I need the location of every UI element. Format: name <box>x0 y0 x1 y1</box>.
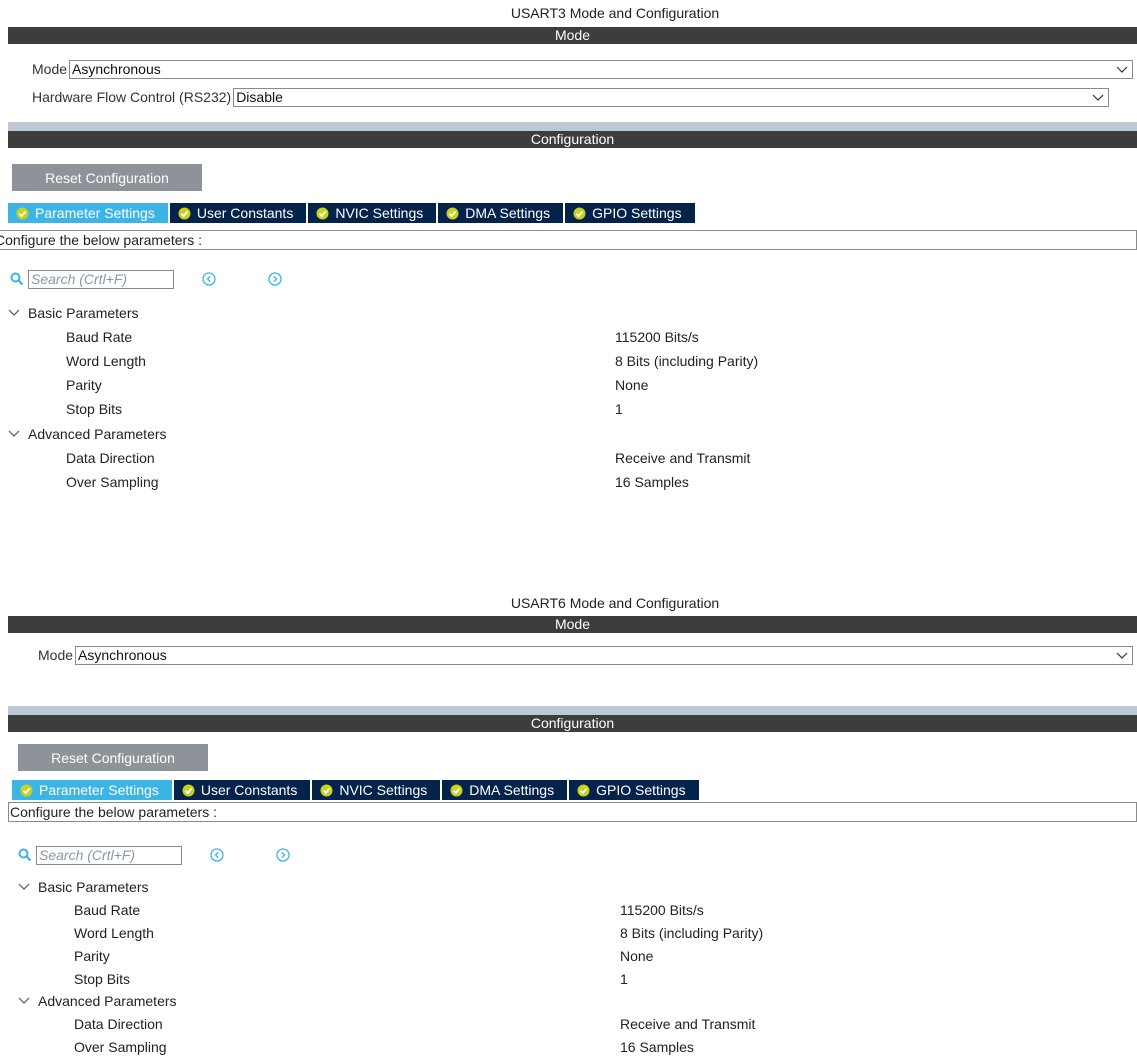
value-stop-bits[interactable]: 1 <box>620 971 628 987</box>
usart6-panel: USART6 Mode and Configuration Mode Mode … <box>0 0 1137 1055</box>
configuration-header: Configuration <box>8 715 1137 732</box>
divider-bar <box>8 706 1137 715</box>
tab-dma-settings[interactable]: DMA Settings <box>442 780 570 800</box>
value-parity[interactable]: None <box>620 948 653 964</box>
advanced-parameters-group[interactable]: Advanced Parameters <box>18 993 177 1009</box>
next-icon[interactable] <box>276 848 290 862</box>
mode-header: Mode <box>8 616 1137 633</box>
tab-user-constants[interactable]: User Constants <box>173 780 313 800</box>
group-label: Advanced Parameters <box>38 993 177 1009</box>
tab-label: GPIO Settings <box>596 782 686 798</box>
panel-title: USART6 Mode and Configuration <box>510 595 720 611</box>
tab-label: User Constants <box>200 782 298 798</box>
search-row: Search (Crtl+F) <box>18 845 290 865</box>
check-circle-icon <box>577 784 590 796</box>
tab-label: NVIC Settings <box>339 782 428 798</box>
tab-label: Parameter Settings <box>39 782 159 798</box>
mode-select[interactable]: Asynchronous <box>75 645 1134 665</box>
tab-parameter-settings[interactable]: Parameter Settings <box>12 780 174 800</box>
tab-gpio-settings[interactable]: GPIO Settings <box>569 780 701 800</box>
mode-label: Mode <box>38 647 74 663</box>
value-baud-rate[interactable]: 115200 Bits/s <box>620 902 704 918</box>
tab-bar: Parameter Settings User Constants NVIC S… <box>12 780 701 800</box>
check-circle-icon <box>182 784 195 796</box>
param-baud-rate[interactable]: Baud Rate <box>74 902 140 918</box>
param-word-length[interactable]: Word Length <box>74 925 154 941</box>
chevron-down-icon <box>18 997 30 1004</box>
chevron-down-icon <box>18 883 30 890</box>
reset-configuration-button[interactable]: Reset Configuration <box>18 744 208 771</box>
tab-nvic-settings[interactable]: NVIC Settings <box>312 780 443 800</box>
tab-label: DMA Settings <box>469 782 555 798</box>
group-label: Basic Parameters <box>38 879 149 895</box>
check-circle-icon <box>320 784 333 796</box>
param-parity[interactable]: Parity <box>74 948 110 964</box>
value-over-sampling[interactable]: 16 Samples <box>620 1039 694 1055</box>
param-over-sampling[interactable]: Over Sampling <box>74 1039 167 1055</box>
param-data-direction[interactable]: Data Direction <box>74 1016 163 1032</box>
previous-icon[interactable] <box>210 848 224 862</box>
search-icon <box>18 848 32 862</box>
mode-row: Mode Asynchronous <box>38 645 1134 665</box>
search-input[interactable]: Search (Crtl+F) <box>36 845 182 865</box>
configure-label: Configure the below parameters : <box>10 804 217 820</box>
check-circle-icon <box>450 784 463 796</box>
value-word-length[interactable]: 8 Bits (including Parity) <box>620 925 763 941</box>
mode-value: Asynchronous <box>78 646 167 663</box>
param-stop-bits[interactable]: Stop Bits <box>74 971 130 987</box>
check-circle-icon <box>20 784 33 796</box>
basic-parameters-group[interactable]: Basic Parameters <box>18 879 148 895</box>
value-data-direction[interactable]: Receive and Transmit <box>620 1016 755 1032</box>
configure-text: Configure the below parameters : <box>8 802 1137 822</box>
chevron-down-icon <box>1116 652 1128 659</box>
